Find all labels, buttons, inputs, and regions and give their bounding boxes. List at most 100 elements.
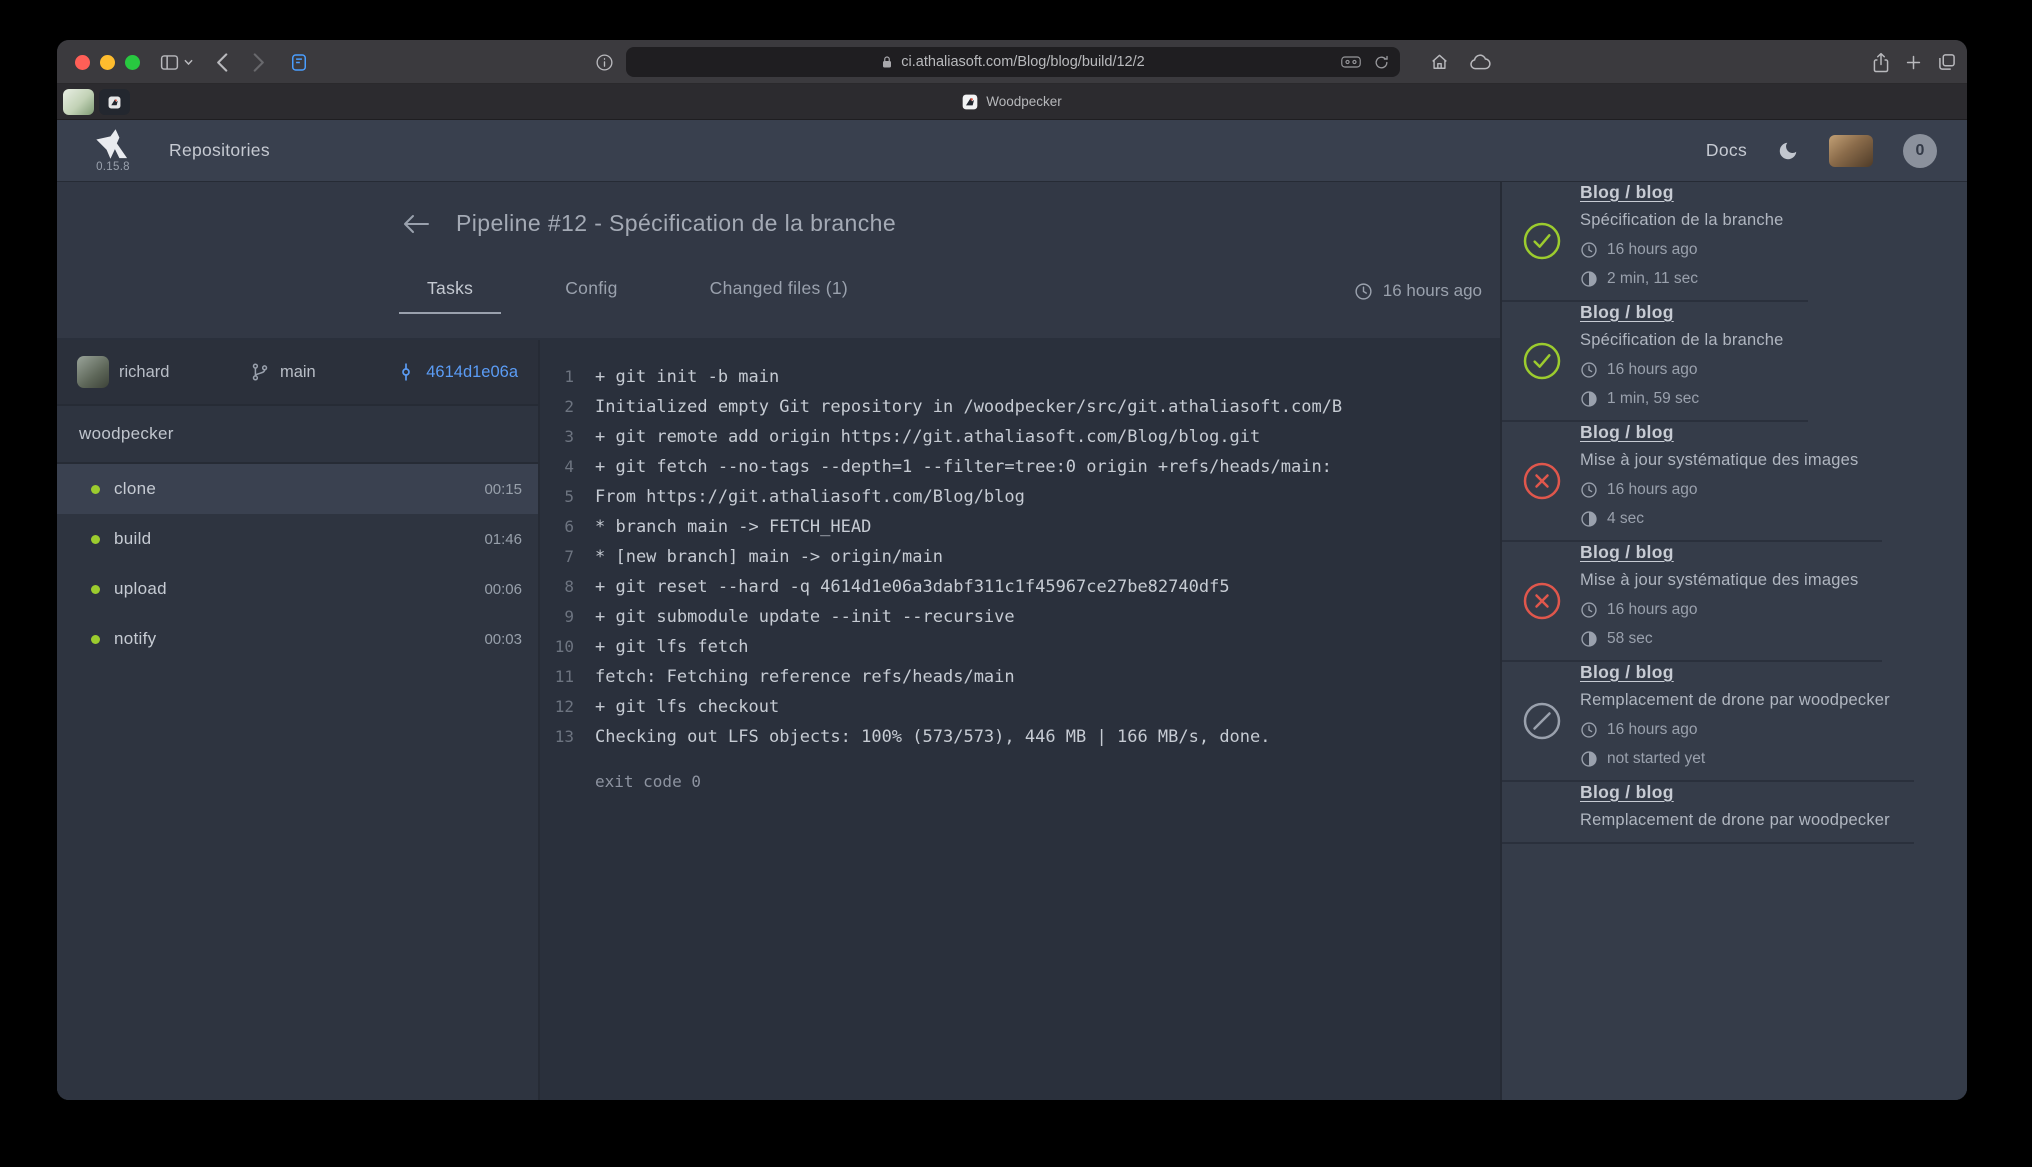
- build-repo-link[interactable]: Blog / blog: [1580, 542, 1674, 563]
- pinned-tab-2[interactable]: [99, 89, 130, 115]
- pipeline-tabs: Tasks Config Changed files (1): [399, 278, 876, 314]
- cloud-icon: [1469, 53, 1492, 71]
- pipeline-tab-config[interactable]: Config: [537, 278, 645, 314]
- plus-icon: [1904, 53, 1923, 72]
- build-repo-link[interactable]: Blog / blog: [1580, 422, 1674, 443]
- console-line-number: 7: [540, 542, 574, 572]
- build-list-item[interactable]: Blog / blog Spécification de la branche …: [1502, 302, 1808, 422]
- console-line-number: 3: [540, 422, 574, 452]
- site-settings-icon[interactable]: [1341, 55, 1361, 69]
- back-button[interactable]: [212, 40, 232, 84]
- page-info-button[interactable]: [591, 40, 618, 84]
- nav-repositories-link[interactable]: Repositories: [169, 140, 270, 161]
- tab-overview-button[interactable]: [1933, 40, 1961, 84]
- woodpecker-logo[interactable]: 0.15.8: [93, 128, 133, 173]
- build-time-row: 16 hours ago: [1580, 721, 1890, 739]
- commit-hash: 4614d1e06a: [426, 363, 518, 382]
- build-duration-row: 58 sec: [1580, 630, 1858, 648]
- pipeline-step[interactable]: build 01:46: [57, 514, 538, 564]
- build-list-item[interactable]: Blog / blog Mise à jour systématique des…: [1502, 422, 1882, 542]
- theme-toggle-button[interactable]: [1777, 140, 1799, 162]
- pipeline-time: 16 hours ago: [1354, 281, 1482, 301]
- console-line-number: 4: [540, 452, 574, 482]
- step-status-dot: [91, 585, 100, 594]
- success-circle-icon: [1522, 341, 1562, 381]
- back-to-repo-button[interactable]: [400, 211, 430, 237]
- share-button[interactable]: [1867, 40, 1895, 84]
- step-duration: 00:03: [484, 631, 522, 648]
- console-lines: 1 + git init -b main 2 Initialized empty…: [540, 362, 1500, 752]
- console-line-number: 8: [540, 572, 574, 602]
- minimize-window-button[interactable]: [100, 55, 115, 70]
- console-line-text: + git remote add origin https://git.atha…: [574, 422, 1260, 452]
- nav-docs-link[interactable]: Docs: [1706, 140, 1747, 161]
- new-tab-button[interactable]: [1900, 40, 1927, 84]
- share-icon: [1871, 51, 1891, 74]
- icloud-tabs-button[interactable]: [1465, 40, 1496, 84]
- app-navbar: 0.15.8 Repositories Docs 0: [57, 120, 1967, 182]
- build-time-row: 16 hours ago: [1580, 601, 1858, 619]
- start-page-button[interactable]: [285, 40, 313, 84]
- home-button[interactable]: [1425, 40, 1454, 84]
- build-repo-link[interactable]: Blog / blog: [1580, 302, 1674, 323]
- active-tab[interactable]: Woodpecker: [962, 94, 1062, 110]
- success-circle-icon: [1522, 221, 1562, 261]
- info-icon: [595, 53, 614, 72]
- queue-count-badge[interactable]: 0: [1903, 134, 1937, 168]
- pipeline-meta-row: richard main 4614d1e06a: [57, 340, 538, 406]
- build-message: Remplacement de drone par woodpecker: [1580, 811, 1890, 830]
- build-list-item[interactable]: Blog / blog Remplacement de drone par wo…: [1502, 662, 1914, 782]
- build-time: 16 hours ago: [1607, 241, 1698, 259]
- build-list-item[interactable]: Blog / blog Spécification de la branche …: [1502, 182, 1808, 302]
- pipeline-step[interactable]: clone 00:15: [57, 464, 538, 514]
- build-repo-link[interactable]: Blog / blog: [1580, 182, 1674, 203]
- woodpecker-favicon: [962, 94, 978, 110]
- build-list-item[interactable]: Blog / blog Mise à jour systématique des…: [1502, 542, 1882, 662]
- console-line-text: + git submodule update --init --recursiv…: [574, 602, 1015, 632]
- sidebar-toggle-button[interactable]: [155, 40, 197, 84]
- close-window-button[interactable]: [75, 55, 90, 70]
- commit-link[interactable]: 4614d1e06a: [396, 362, 518, 382]
- pipeline-time-label: 16 hours ago: [1383, 281, 1482, 301]
- build-message: Mise à jour systématique des images: [1580, 451, 1858, 470]
- clock-icon: [1580, 481, 1598, 499]
- pinned-tab-1[interactable]: [63, 89, 94, 115]
- pipeline-tab-tasks[interactable]: Tasks: [399, 278, 501, 314]
- forward-button[interactable]: [249, 40, 269, 84]
- step-status-dot: [91, 635, 100, 644]
- build-message: Mise à jour systématique des images: [1580, 571, 1858, 590]
- zoom-window-button[interactable]: [125, 55, 140, 70]
- console-line: 13 Checking out LFS objects: 100% (573/5…: [540, 722, 1500, 752]
- build-time-row: 16 hours ago: [1580, 481, 1858, 499]
- chevron-down-icon: [184, 59, 193, 66]
- pipeline-step[interactable]: upload 00:06: [57, 564, 538, 614]
- build-repo-link[interactable]: Blog / blog: [1580, 662, 1674, 683]
- user-avatar[interactable]: [1829, 135, 1873, 167]
- reload-icon[interactable]: [1373, 54, 1390, 71]
- build-message: Remplacement de drone par woodpecker: [1580, 691, 1890, 710]
- console-line: 3 + git remote add origin https://git.at…: [540, 422, 1500, 452]
- home-icon: [1429, 52, 1450, 72]
- build-repo-link[interactable]: Blog / blog: [1580, 782, 1674, 803]
- build-list-item[interactable]: Blog / blog Remplacement de drone par wo…: [1502, 782, 1914, 844]
- build-status-icon: [1522, 701, 1562, 741]
- pipeline-tab-changed-files-1[interactable]: Changed files (1): [682, 278, 876, 314]
- console-line-text: + git init -b main: [574, 362, 779, 392]
- console-line-number: 10: [540, 632, 574, 662]
- pipeline-step[interactable]: notify 00:03: [57, 614, 538, 664]
- not-started-circle-icon: [1522, 701, 1562, 741]
- console-line: 2 Initialized empty Git repository in /w…: [540, 392, 1500, 422]
- console-line-text: Checking out LFS objects: 100% (573/573)…: [574, 722, 1271, 752]
- build-sidebar: Blog / blog Spécification de la branche …: [1500, 182, 1967, 1100]
- git-commit-icon: [396, 362, 416, 382]
- console-line-number: 6: [540, 512, 574, 542]
- failure-circle-icon: [1522, 461, 1562, 501]
- clock-icon: [1580, 601, 1598, 619]
- address-bar[interactable]: ci.athaliasoft.com/Blog/blog/build/12/2: [626, 47, 1400, 77]
- work-area: richard main 4614d1e06a woodpecker: [57, 340, 1500, 1100]
- console-line-number: 12: [540, 692, 574, 722]
- moon-icon: [1777, 140, 1799, 162]
- build-duration: 2 min, 11 sec: [1607, 270, 1698, 288]
- console-line: 4 + git fetch --no-tags --depth=1 --filt…: [540, 452, 1500, 482]
- browser-window: ci.athaliasoft.com/Blog/blog/build/12/2: [57, 40, 1967, 1100]
